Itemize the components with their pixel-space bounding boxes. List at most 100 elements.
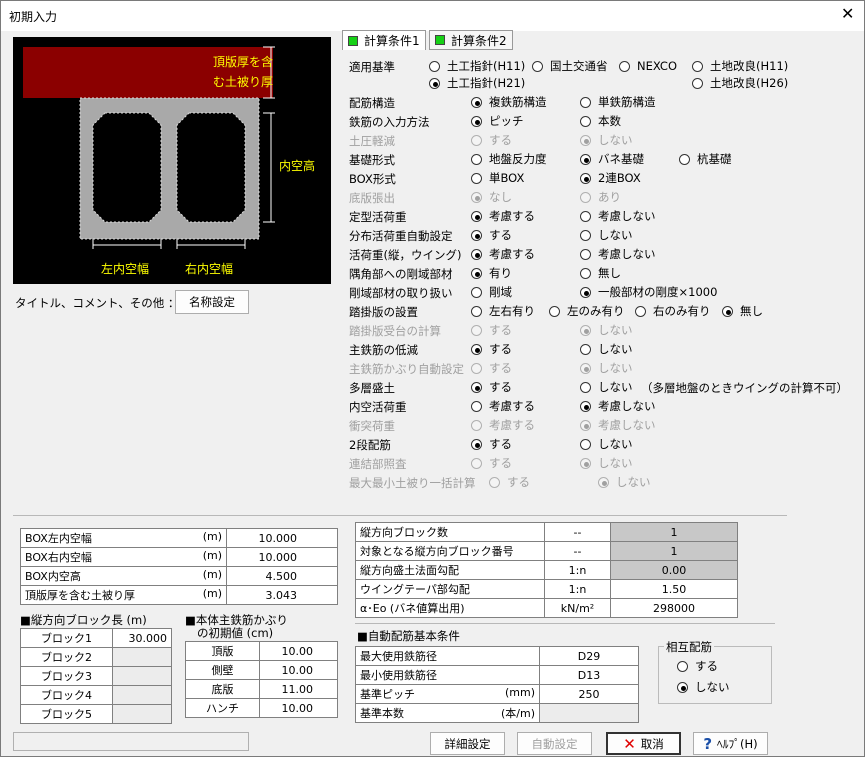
standard-option-mlit[interactable]: 国土交通省 [532,58,608,74]
standard-option-doko-h21[interactable]: 土工指針(H21) [429,75,525,91]
right-cell [176,112,246,223]
table-row: 頂版 10.00 [185,641,338,661]
row-option-a[interactable]: する [471,341,512,357]
row-option-a[interactable]: する [471,227,512,243]
row-option-b: しない [598,474,651,490]
tab-calc-condition-2[interactable]: 計算条件2 [429,30,513,50]
mutual-option-yes[interactable]: する [677,658,718,674]
row-label: 基礎形式 [349,153,395,167]
row-option-a[interactable]: 地盤反力度 [471,151,547,167]
row-option-a[interactable]: 剛域 [471,284,512,300]
row-option-a[interactable]: 単BOX [471,170,524,186]
table-row: 対象となる縦方向ブロック番号 -- 1 [355,541,738,561]
row-option-b[interactable]: 本数 [580,113,621,129]
table-row: 最大使用鉄筋径 D29 [355,646,639,666]
standard-option-nexco[interactable]: NEXCO [619,58,677,74]
dim-value-input[interactable]: 3.043 [226,585,338,605]
detail-settings-button[interactable]: 詳細設定 [430,732,505,755]
row-option-a[interactable]: 考慮する [471,208,535,224]
row-option-c[interactable]: 杭基礎 [679,151,732,167]
row-option-b[interactable]: 無し [580,265,621,281]
block-length-input[interactable]: 30.000 [112,628,172,648]
dim-value-input[interactable]: 10.000 [226,547,338,567]
row-option-a[interactable]: 有り [471,265,512,281]
cover-input[interactable]: 11.00 [259,679,338,699]
row-option-b[interactable]: 2連BOX [580,170,641,186]
row-option-c[interactable]: 右のみ有り [635,303,711,319]
name-settings-button[interactable]: 名称設定 [175,290,249,314]
row-label: 隅角部への剛域部材 [349,267,453,281]
dim-value-input[interactable]: 10.000 [226,528,338,548]
row-option-b[interactable]: 単鉄筋構造 [580,94,656,110]
table-row: 最小使用鉄筋径 D13 [355,665,639,685]
row-option-a[interactable]: する [471,379,512,395]
row-option-b[interactable]: バネ基礎 [580,151,644,167]
tab-calc-condition-1[interactable]: 計算条件1 [342,30,426,50]
cover-input[interactable]: 10.00 [259,660,338,680]
row-option-b: あり [580,189,621,205]
block-length-title: ■縦方向ブロック長 (m) [20,613,147,627]
standard-option-tochi-h26[interactable]: 土地改良(H26) [692,75,788,91]
row-label: 多層盛土 [349,381,395,395]
row-option-a[interactable]: 左右有り [471,303,535,319]
tab-indicator-icon [348,35,358,46]
row-label: 内空活荷重 [349,400,407,414]
block-length-table: ブロック1 30.000 ブロック2 ブロック3 ブロック4 ブロック5 [20,628,172,724]
row-label: 鉄筋の入力方法 [349,115,430,129]
standard-option-tochi-h11[interactable]: 土地改良(H11) [692,58,788,74]
row-option-b[interactable]: 考慮しない [580,246,656,262]
mutual-option-no[interactable]: しない [677,679,730,695]
row-option-b[interactable]: しない [580,341,633,357]
block-length-input [112,647,172,667]
table-row: 縦方向盛土法面勾配 1:n 0.00 [355,560,738,580]
row-option-a[interactable]: する [471,436,512,452]
auto-rebar-input[interactable]: D13 [539,665,639,685]
multilayer-note: （多層地盤のときウイングの計算不可） [641,381,848,395]
dim-value-input[interactable]: 4.500 [226,566,338,586]
row-option-b[interactable]: しない [580,227,633,243]
row-option-a[interactable]: 複鉄筋構造 [471,94,547,110]
row-option-b: しない [580,360,633,376]
row-label: 2段配筋 [349,438,391,452]
row-option-b[interactable]: 左のみ有り [549,303,625,319]
row-option-a: する [471,132,512,148]
status-field [13,732,249,751]
row-label: BOX形式 [349,172,396,186]
longitudinal-value[interactable]: 1.50 [610,579,738,599]
auto-rebar-input[interactable]: D29 [539,646,639,666]
row-option-b[interactable]: しない [580,436,633,452]
section-divider [355,623,775,624]
help-button[interactable]: ? ﾍﾙﾌﾟ(H) [693,732,768,755]
row-option-a[interactable]: ピッチ [471,113,524,129]
row-option-b[interactable]: 考慮しない [580,208,656,224]
row-option-b[interactable]: 考慮しない [580,398,656,414]
standard-option-doko-h11[interactable]: 土工指針(H11) [429,58,525,74]
row-option-a: 考慮する [471,417,535,433]
cover-input[interactable]: 10.00 [259,641,338,661]
table-row: ウイングテーパ部勾配 1:n 1.50 [355,579,738,599]
row-option-a[interactable]: 考慮する [471,246,535,262]
row-option-b[interactable]: しない [580,379,633,395]
close-icon[interactable]: ✕ [841,6,854,22]
row-label: 土圧軽減 [349,134,395,148]
table-row: 縦方向ブロック数 -- 1 [355,522,738,542]
row-option-d[interactable]: 無し [722,303,763,319]
table-row: ブロック5 [20,704,172,724]
row-label: 連結部照査 [349,457,407,471]
help-icon: ? [703,734,713,753]
diagram-top-label-2: む土被り厚 [213,75,274,89]
cancel-button[interactable]: ✕ 取消 [606,732,681,755]
longitudinal-value: 0.00 [610,560,738,580]
row-label: 分布活荷重自動設定 [349,229,453,243]
longitudinal-value[interactable]: 298000 [610,598,738,618]
cancel-icon: ✕ [623,734,636,753]
row-label: 底版張出 [349,191,395,205]
table-row: ハンチ 10.00 [185,698,338,718]
row-option-a[interactable]: 考慮する [471,398,535,414]
longitudinal-value: 1 [610,522,738,542]
auto-rebar-input[interactable]: 250 [539,684,639,704]
tab-indicator-icon [435,35,445,45]
cover-input[interactable]: 10.00 [259,698,338,718]
table-row: BOX内空高 (m) 4.500 [20,566,338,586]
row-option-b[interactable]: 一般部材の剛度×1000 [580,284,717,300]
